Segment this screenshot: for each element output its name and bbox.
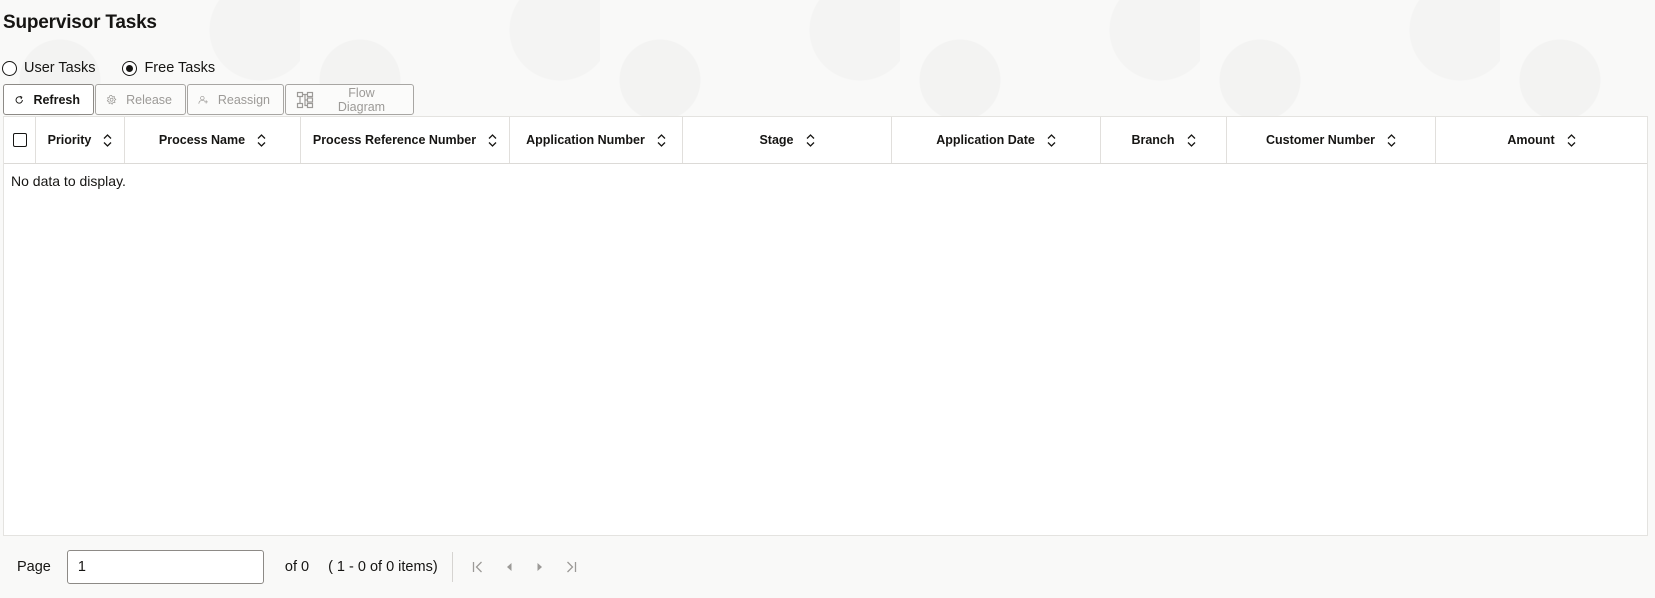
column-label: Customer Number xyxy=(1265,133,1376,147)
pagination-bar: Page of 0 ( 1 - 0 of 0 items) xyxy=(17,550,587,584)
sort-icon[interactable] xyxy=(488,133,497,147)
sort-icon[interactable] xyxy=(1387,133,1396,147)
column-header-application-number[interactable]: Application Number xyxy=(510,117,683,163)
page-count-label: of 0 xyxy=(284,559,310,575)
page-label: Page xyxy=(17,559,51,575)
column-label: Application Date xyxy=(936,133,1035,147)
task-toolbar: Refresh Release Reassign Flow Diagram xyxy=(3,84,415,115)
last-page-icon xyxy=(567,561,577,573)
user-tasks-radio[interactable]: User Tasks xyxy=(2,60,95,76)
column-label: Application Number xyxy=(526,133,645,147)
flow-diagram-button[interactable]: Flow Diagram xyxy=(285,84,414,115)
release-icon xyxy=(106,94,117,105)
previous-page-button[interactable] xyxy=(494,552,525,583)
next-page-icon xyxy=(537,563,543,571)
refresh-label: Refresh xyxy=(33,92,80,107)
column-header-stage[interactable]: Stage xyxy=(683,117,892,163)
pager-divider xyxy=(451,552,453,582)
table-header: Priority Process Name Process Reference … xyxy=(4,117,1647,164)
column-label: Stage xyxy=(759,133,794,147)
column-label: Process Name xyxy=(158,133,246,147)
column-header-customer-number[interactable]: Customer Number xyxy=(1227,117,1436,163)
refresh-button[interactable]: Refresh xyxy=(3,84,94,115)
sort-icon[interactable] xyxy=(1047,133,1056,147)
column-label: Priority xyxy=(47,133,92,147)
task-filter-radio-group: User Tasks Free Tasks xyxy=(2,58,215,78)
column-header-application-date[interactable]: Application Date xyxy=(892,117,1101,163)
release-button[interactable]: Release xyxy=(95,84,186,115)
column-label: Branch xyxy=(1131,133,1175,147)
sort-icon[interactable] xyxy=(1187,133,1196,147)
sort-icon[interactable] xyxy=(257,133,266,147)
column-label: Amount xyxy=(1507,133,1555,147)
reassign-user-icon xyxy=(198,95,208,104)
select-all-cell xyxy=(4,117,36,163)
free-tasks-label: Free Tasks xyxy=(144,60,216,76)
user-tasks-radio-circle[interactable] xyxy=(2,60,17,76)
first-page-button[interactable] xyxy=(463,552,494,583)
flow-diagram-label: Flow Diagram xyxy=(337,85,386,114)
page-number-input[interactable] xyxy=(66,550,264,584)
empty-table-message: No data to display. xyxy=(11,173,126,189)
reassign-button[interactable]: Reassign xyxy=(187,84,284,115)
sort-icon[interactable] xyxy=(1567,133,1576,147)
previous-page-icon xyxy=(507,563,512,571)
flow-diagram-icon xyxy=(296,91,314,108)
page-title: Supervisor Tasks xyxy=(3,12,157,33)
tasks-table: Priority Process Name Process Reference … xyxy=(3,116,1648,536)
free-tasks-radio[interactable]: Free Tasks xyxy=(122,60,215,76)
refresh-icon xyxy=(15,95,23,104)
release-label: Release xyxy=(126,92,172,107)
column-header-process-reference-number[interactable]: Process Reference Number xyxy=(301,117,510,163)
first-page-icon xyxy=(473,561,483,573)
user-tasks-label: User Tasks xyxy=(24,60,96,76)
sort-icon[interactable] xyxy=(103,133,112,147)
free-tasks-radio-circle[interactable] xyxy=(122,60,138,76)
sort-icon[interactable] xyxy=(806,133,815,147)
items-range-label: ( 1 - 0 of 0 items) xyxy=(328,559,438,575)
reassign-label: Reassign xyxy=(217,92,270,107)
last-page-button[interactable] xyxy=(556,552,587,583)
column-header-branch[interactable]: Branch xyxy=(1101,117,1227,163)
column-label: Process Reference Number xyxy=(312,133,477,147)
column-header-amount[interactable]: Amount xyxy=(1436,117,1647,163)
sort-icon[interactable] xyxy=(657,133,666,147)
column-header-process-name[interactable]: Process Name xyxy=(125,117,301,163)
select-all-checkbox[interactable] xyxy=(12,133,27,147)
column-header-priority[interactable]: Priority xyxy=(36,117,125,163)
next-page-button[interactable] xyxy=(525,552,556,583)
